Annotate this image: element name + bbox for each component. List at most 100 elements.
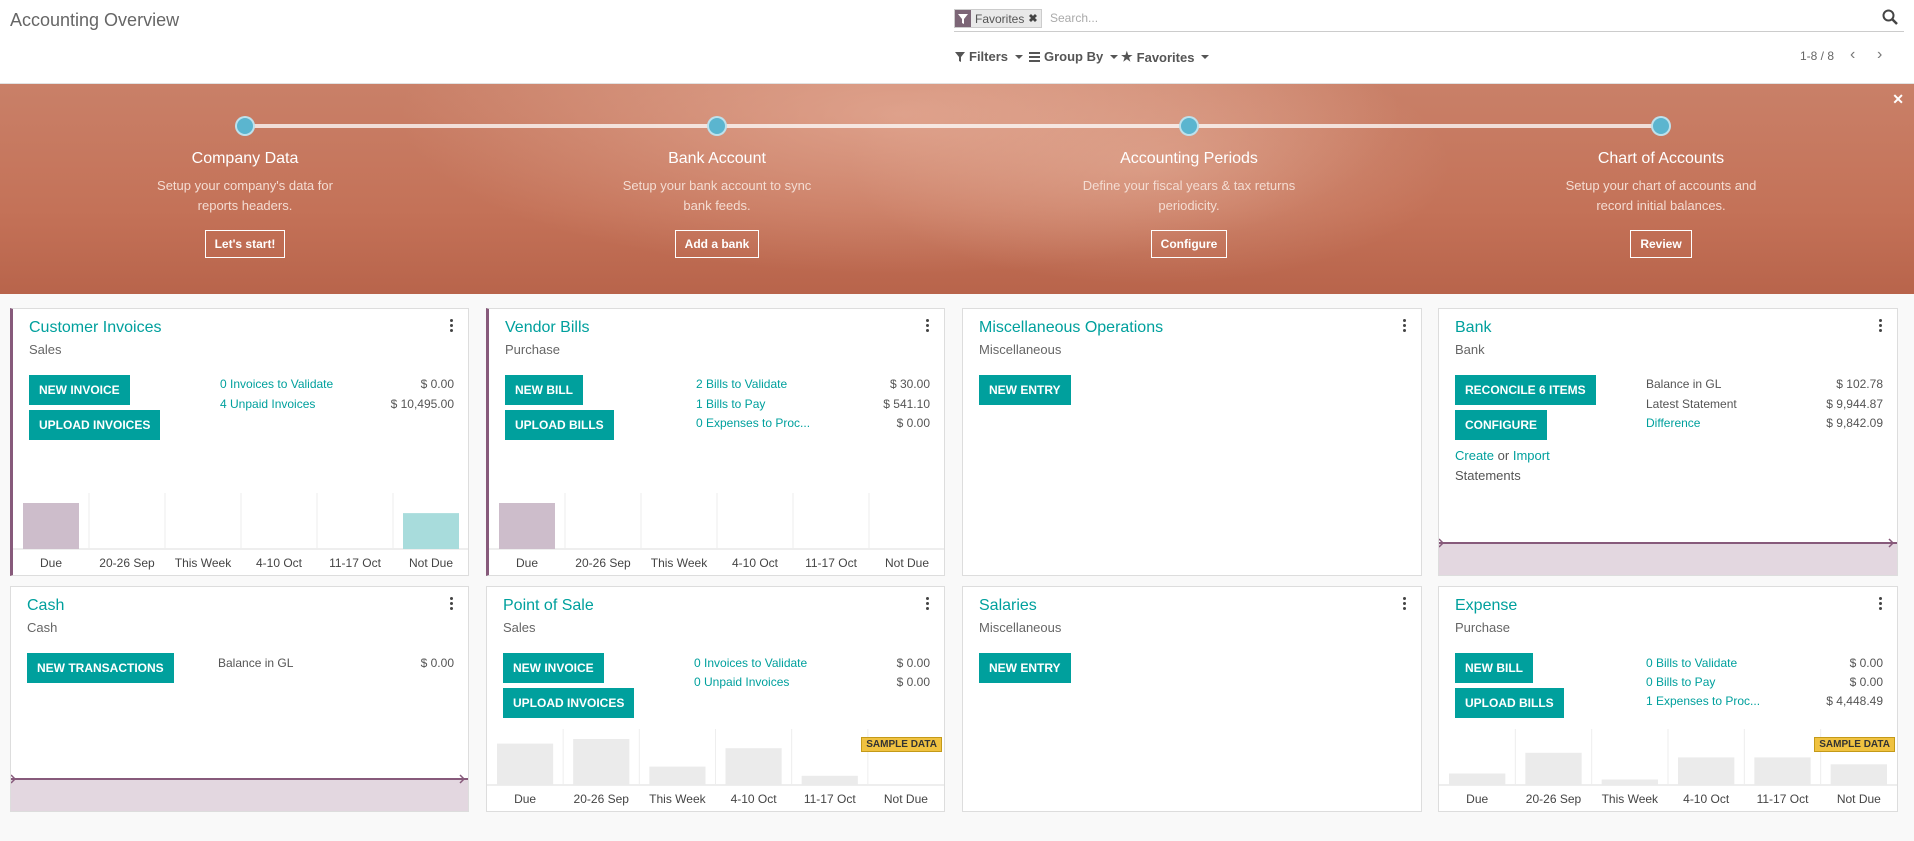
bar-2 [1601,779,1658,785]
pager-previous-icon[interactable]: ‹ [1850,46,1855,64]
card-cash: Cash Cash NEW TRANSACTIONS Balance in GL… [10,586,469,812]
new-invoice-button[interactable]: NEW INVOICE [29,375,130,405]
bar-axis-label: Not Due [884,792,928,806]
pager-next-icon[interactable]: › [1877,46,1882,64]
balance-in-gl-value: $ 102.78 [1836,377,1883,391]
card-title[interactable]: Expense [1455,597,1517,615]
kebab-menu-icon[interactable] [1403,597,1407,611]
upload-invoices-button[interactable]: UPLOAD INVOICES [503,688,635,718]
card-title[interactable]: Customer Invoices [29,319,162,337]
kebab-menu-icon[interactable] [1403,319,1407,333]
bar-axis-label: 11-17 Oct [1757,792,1809,806]
card-title[interactable]: Cash [27,597,64,615]
lets-start-button[interactable]: Let's start! [204,230,286,258]
facet-remove-icon[interactable]: ✖ [1028,12,1040,25]
add-bank-button[interactable]: Add a bank [674,230,760,258]
bar-axis-label: 4-10 Oct [732,556,779,570]
page-title: Accounting Overview [10,10,180,30]
bar-0 [23,503,79,549]
new-bill-button[interactable]: NEW BILL [1455,653,1533,683]
new-bill-button[interactable]: NEW BILL [505,375,583,405]
card-customer-invoices: Customer Invoices Sales NEW INVOICE UPLO… [10,308,469,576]
review-button[interactable]: Review [1630,230,1692,258]
configure-bank-button[interactable]: CONFIGURE [1455,410,1547,440]
bar-axis-label: 4-10 Oct [1683,792,1730,806]
card-subtitle: Miscellaneous [979,620,1062,635]
pager-value[interactable]: 1-8 / 8 [1800,49,1834,63]
area-fill [1439,543,1897,575]
new-entry-button[interactable]: NEW ENTRY [979,653,1071,683]
card-title[interactable]: Bank [1455,319,1491,337]
kebab-menu-icon[interactable] [450,597,454,611]
create-statement-link[interactable]: Create [1455,448,1494,463]
cash-balance-area-chart [11,774,468,811]
bar-2 [649,766,706,785]
kebab-menu-icon[interactable] [450,319,454,333]
kebab-menu-icon[interactable] [926,597,930,611]
card-title[interactable]: Point of Sale [503,597,594,615]
favorites-dropdown[interactable]: ★ Favorites [1121,49,1210,65]
import-statement-link[interactable]: Import [1513,448,1550,463]
bills-to-validate-link[interactable]: 0 Bills to Validate [1646,656,1737,670]
card-subtitle: Bank [1455,342,1485,357]
sample-data-badge: SAMPLE DATA [1814,737,1895,752]
bar-3 [725,748,782,785]
upload-invoices-button[interactable]: UPLOAD INVOICES [29,410,161,440]
group-by-dropdown[interactable]: Group By [1029,49,1119,64]
configure-button[interactable]: Configure [1150,230,1228,258]
kebab-menu-icon[interactable] [926,319,930,333]
expenses-to-process-value: $ 0.00 [896,416,930,430]
bar-axis-label: 11-17 Oct [329,556,381,570]
card-vendor-bills: Vendor Bills Purchase NEW BILL UPLOAD BI… [486,308,945,576]
bank-balance-area-chart [1439,538,1897,575]
new-transactions-button[interactable]: NEW TRANSACTIONS [27,653,174,683]
bar-axis-label: 20-26 Sep [575,556,631,570]
bills-to-pay-link[interactable]: 0 Bills to Pay [1646,675,1715,689]
filter-icon [955,10,971,27]
card-title[interactable]: Miscellaneous Operations [979,319,1163,337]
filters-label: Filters [969,49,1009,64]
step-title: Accounting Periods [1120,150,1258,167]
bar-axis-label: 20-26 Sep [1526,792,1582,806]
difference-link[interactable]: Difference [1646,416,1700,430]
step-title: Chart of Accounts [1597,150,1725,167]
filters-dropdown[interactable]: Filters [955,49,1024,64]
invoices-to-validate-link[interactable]: 0 Invoices to Validate [220,377,333,391]
card-subtitle: Sales [503,620,536,635]
kebab-menu-icon[interactable] [1879,319,1883,333]
card-title[interactable]: Salaries [979,597,1037,615]
latest-statement-label: Latest Statement [1646,397,1737,411]
step-description: Setup your company's data for reports he… [157,178,333,213]
card-salaries: Salaries Miscellaneous NEW ENTRY [962,586,1422,812]
reconcile-items-button[interactable]: RECONCILE 6 ITEMS [1455,375,1596,405]
new-invoice-button[interactable]: NEW INVOICE [503,653,604,683]
expenses-to-process-link[interactable]: 1 Expenses to Proc... [1646,694,1760,708]
bills-to-pay-value: $ 541.10 [883,397,930,411]
kebab-menu-icon[interactable] [1879,597,1883,611]
step-title: Bank Account [668,150,766,167]
list-icon [1029,51,1040,62]
step-dot [707,116,727,136]
card-miscellaneous-operations: Miscellaneous Operations Miscellaneous N… [962,308,1422,576]
upload-bills-button[interactable]: UPLOAD BILLS [1455,688,1564,718]
new-entry-button[interactable]: NEW ENTRY [979,375,1071,405]
bills-to-validate-link[interactable]: 2 Bills to Validate [696,377,787,391]
bar-0 [497,743,554,785]
card-title[interactable]: Vendor Bills [505,319,590,337]
bills-to-validate-value: $ 0.00 [1849,656,1883,670]
expenses-to-process-link[interactable]: 0 Expenses to Proc... [696,416,810,430]
close-icon[interactable]: ✕ [1892,91,1904,108]
unpaid-invoices-link[interactable]: 0 Unpaid Invoices [694,675,789,689]
bar-axis-label: Due [1466,792,1488,806]
unpaid-invoices-value: $ 10,495.00 [390,397,454,411]
bar-axis-label: 11-17 Oct [805,556,857,570]
search-bar[interactable]: Favorites ✖ Search... [954,8,1904,32]
bar-axis-label: Not Due [1837,792,1881,806]
unpaid-invoices-link[interactable]: 4 Unpaid Invoices [220,397,315,411]
upload-bills-button[interactable]: UPLOAD BILLS [505,410,614,440]
search-icon[interactable] [1882,9,1902,29]
search-input[interactable]: Search... [1050,11,1098,25]
invoices-to-validate-link[interactable]: 0 Invoices to Validate [694,656,807,670]
balance-in-gl-value: $ 0.00 [420,656,454,670]
bills-to-pay-link[interactable]: 1 Bills to Pay [696,397,765,411]
